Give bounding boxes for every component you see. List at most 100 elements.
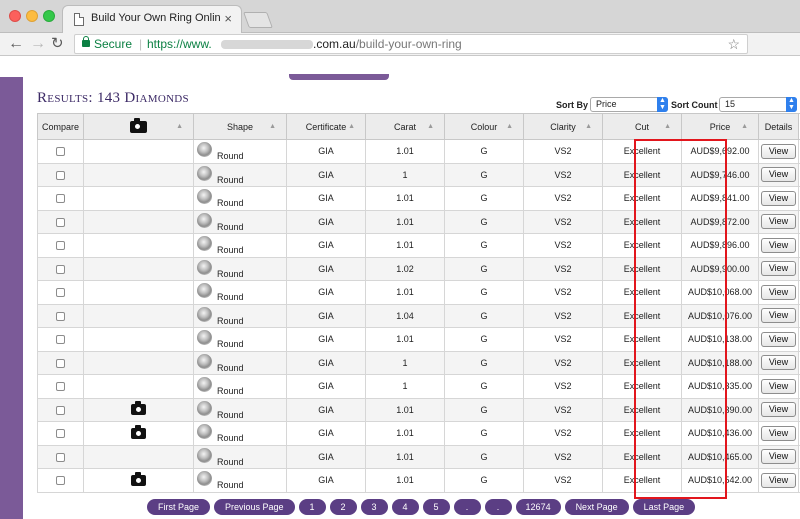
compare-checkbox[interactable]	[56, 452, 65, 462]
colour-cell: G	[444, 374, 524, 399]
maximize-window-button[interactable]	[43, 10, 55, 22]
new-tab-button[interactable]	[243, 12, 273, 28]
header-carat[interactable]: Carat ▲	[365, 113, 445, 140]
compare-cell	[37, 397, 84, 422]
view-button[interactable]: View	[761, 284, 796, 300]
url-tld: .com.au	[313, 37, 356, 51]
star-icon[interactable]: ☆	[727, 35, 740, 53]
minimize-window-button[interactable]	[26, 10, 38, 22]
sort-arrow-icon: ▲	[741, 123, 748, 130]
compare-checkbox[interactable]	[56, 264, 65, 274]
view-button[interactable]: View	[761, 449, 796, 465]
header-shape-label: Shape	[226, 121, 254, 132]
carat-cell: 1.01	[365, 186, 445, 211]
carat-cell: 1.01	[365, 444, 445, 469]
pagination-button[interactable]: 12674	[515, 499, 561, 515]
address-bar[interactable]: Secure | https://www. .com.au/build-your…	[74, 34, 748, 54]
pagination-button[interactable]: 4	[391, 499, 419, 515]
shape-cell: Round	[193, 139, 287, 164]
view-button[interactable]: View	[761, 190, 796, 206]
header-photo[interactable]: ▲	[83, 113, 194, 140]
photo-cell	[83, 350, 194, 375]
browser-tab[interactable]: Build Your Own Ring Online To ×	[62, 5, 242, 33]
compare-checkbox[interactable]	[56, 476, 65, 486]
browser-toolbar: ← → ↻ Secure | https://www. .com.au/buil…	[0, 33, 800, 56]
view-button[interactable]: View	[761, 143, 796, 159]
pagination-button[interactable]: Last Page	[632, 499, 696, 515]
header-certificate[interactable]: Certificate ▲	[286, 113, 366, 140]
view-button[interactable]: View	[761, 472, 796, 488]
view-button[interactable]: View	[761, 237, 796, 253]
pagination-button[interactable]: 3	[360, 499, 388, 515]
compare-checkbox[interactable]	[56, 335, 65, 345]
compare-checkbox[interactable]	[56, 311, 65, 321]
view-button[interactable]: View	[761, 425, 796, 441]
compare-checkbox[interactable]	[56, 405, 65, 415]
round-diamond-icon	[197, 471, 212, 486]
view-button[interactable]: View	[761, 378, 796, 394]
details-cell: View	[758, 162, 799, 187]
camera-icon[interactable]	[131, 401, 146, 416]
sort-arrow-icon: ▲	[269, 123, 276, 130]
pagination-button[interactable]: First Page	[147, 499, 211, 515]
compare-checkbox[interactable]	[56, 217, 65, 227]
header-price[interactable]: Price ▲	[681, 113, 759, 140]
compare-checkbox[interactable]	[56, 170, 65, 180]
pagination-button[interactable]: 2	[329, 499, 357, 515]
compare-checkbox[interactable]	[56, 241, 65, 251]
carat-cell: 1.01	[365, 397, 445, 422]
pagination-button[interactable]: 5	[422, 499, 450, 515]
header-cut[interactable]: Cut ▲	[602, 113, 682, 140]
compare-cell	[37, 350, 84, 375]
compare-checkbox[interactable]	[56, 358, 65, 368]
details-cell: View	[758, 233, 799, 258]
view-button[interactable]: View	[761, 355, 796, 371]
tab-close-icon[interactable]: ×	[224, 12, 232, 26]
shape-cell: Round	[193, 256, 287, 281]
page-content: Results: 143 Diamonds Sort By Price ▲ ▼ S…	[0, 57, 800, 519]
sort-by-select[interactable]: Price ▲ ▼	[590, 97, 668, 112]
details-cell: View	[758, 397, 799, 422]
colour-cell: G	[444, 327, 524, 352]
header-clarity[interactable]: Clarity ▲	[523, 113, 603, 140]
camera-icon[interactable]	[131, 471, 146, 486]
carat-cell: 1	[365, 374, 445, 399]
certificate-cell: GIA	[286, 303, 366, 328]
compare-checkbox[interactable]	[56, 288, 65, 298]
compare-cell	[37, 233, 84, 258]
details-cell: View	[758, 444, 799, 469]
shape-value: Round	[217, 362, 244, 373]
view-button[interactable]: View	[761, 402, 796, 418]
forward-arrow-icon[interactable]: →	[30, 34, 46, 54]
pagination-button[interactable]: Next Page	[564, 499, 629, 515]
sort-count-value: 15	[725, 99, 736, 109]
pagination-button[interactable]: 1	[298, 499, 326, 515]
compare-cell	[37, 468, 84, 493]
compare-checkbox[interactable]	[56, 382, 65, 392]
back-arrow-icon[interactable]: ←	[8, 34, 24, 54]
pagination-button[interactable]: Previous Page	[214, 499, 295, 515]
view-button[interactable]: View	[761, 331, 796, 347]
compare-checkbox[interactable]	[56, 147, 65, 157]
view-button[interactable]: View	[761, 261, 796, 277]
certificate-cell: GIA	[286, 256, 366, 281]
header-shape[interactable]: Shape ▲	[193, 113, 287, 140]
pagination-button[interactable]: .	[453, 499, 481, 515]
view-button[interactable]: View	[761, 167, 796, 183]
close-window-button[interactable]	[9, 10, 21, 22]
header-colour[interactable]: Colour ▲	[444, 113, 524, 140]
view-button[interactable]: View	[761, 308, 796, 324]
view-button[interactable]: View	[761, 214, 796, 230]
compare-checkbox[interactable]	[56, 429, 65, 439]
sort-arrow-icon: ▲	[585, 123, 592, 130]
camera-icon[interactable]	[131, 424, 146, 439]
browser-tab-bar: Build Your Own Ring Online To ×	[0, 0, 800, 33]
pagination-button[interactable]: .	[484, 499, 512, 515]
colour-cell: G	[444, 421, 524, 446]
reload-icon[interactable]: ↻	[51, 34, 64, 54]
url-separator: |	[139, 37, 143, 51]
colour-cell: G	[444, 350, 524, 375]
compare-checkbox[interactable]	[56, 194, 65, 204]
sort-count-select[interactable]: 15 ▲ ▼	[719, 97, 797, 112]
certificate-cell: GIA	[286, 350, 366, 375]
